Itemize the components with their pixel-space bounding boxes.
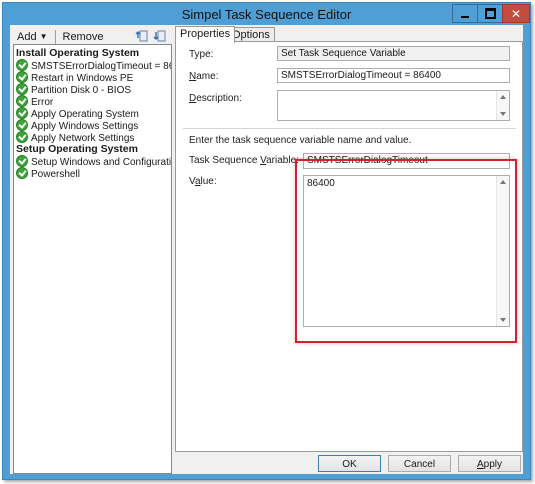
name-label: Name: [189, 71, 219, 82]
tab-properties[interactable]: Properties [175, 26, 236, 43]
tree-group[interactable]: Install Operating System [16, 47, 139, 59]
close-button[interactable]: ✕ [502, 4, 530, 23]
move-up-icon[interactable] [135, 29, 149, 43]
sequence-toolbar: Add ▼ Remove [12, 28, 171, 45]
tree-item[interactable]: Setup Windows and Configuration Mar [16, 155, 171, 168]
close-icon: ✕ [510, 6, 522, 21]
highlight-box [295, 159, 517, 343]
move-down-icon[interactable] [153, 29, 167, 43]
check-icon [16, 71, 28, 83]
check-icon [16, 59, 28, 71]
tree-item[interactable]: Apply Network Settings [16, 131, 134, 144]
tree-item[interactable]: Apply Operating System [16, 107, 139, 120]
tree-item-label: Powershell [31, 169, 80, 180]
task-sequence-tree[interactable]: Install Operating System SMSTSErrorDialo… [13, 44, 172, 474]
check-icon [16, 131, 28, 143]
name-field[interactable]: SMSTSErrorDialogTimeout = 86400 [277, 68, 510, 83]
check-icon [16, 107, 28, 119]
description-field[interactable] [277, 90, 510, 121]
check-icon [16, 83, 28, 95]
title-bar[interactable]: Simpel Task Sequence Editor ✕ [3, 3, 530, 25]
value-label: Value: [189, 176, 217, 187]
section-divider [183, 128, 516, 129]
type-label: Type: [189, 49, 214, 60]
tree-group[interactable]: Setup Operating System [16, 143, 138, 155]
tree-item[interactable]: Partition Disk 0 - BIOS [16, 83, 131, 96]
minimize-icon [461, 15, 469, 18]
scroll-up-icon[interactable] [500, 95, 506, 99]
tree-group-label: Install Operating System [16, 47, 140, 59]
type-value: Set Task Sequence Variable [277, 46, 510, 61]
add-button[interactable]: Add ▼ [12, 29, 53, 45]
instruction-text: Enter the task sequence variable name an… [189, 135, 412, 146]
description-scrollbar[interactable] [496, 91, 509, 120]
chevron-down-icon: ▼ [39, 31, 48, 41]
tree-item[interactable]: SMSTSErrorDialogTimeout = 86400 [16, 59, 171, 72]
cancel-button[interactable]: Cancel [388, 455, 451, 472]
tree-item[interactable]: Restart in Windows PE [16, 71, 133, 84]
remove-button[interactable]: Remove [58, 29, 109, 45]
toolbar-divider [54, 29, 56, 44]
add-label: Add [17, 30, 37, 43]
client-area: Add ▼ Remove Install Operating System SMS… [10, 25, 523, 474]
maximize-button[interactable] [477, 4, 503, 23]
window-title: Simpel Task Sequence Editor [181, 7, 352, 22]
check-icon [16, 155, 28, 167]
tree-group-label: Setup Operating System [16, 143, 138, 155]
tree-item[interactable]: Powershell [16, 167, 80, 180]
scroll-down-icon[interactable] [500, 112, 506, 116]
description-label: Description: [189, 93, 242, 104]
check-icon [16, 95, 28, 107]
ok-button[interactable]: OK [318, 455, 381, 472]
variable-label: Task Sequence Variable: [189, 155, 299, 166]
editor-window: Simpel Task Sequence Editor ✕ Add ▼ Remov… [2, 2, 531, 480]
properties-panel: Type: Set Task Sequence Variable Name: S… [175, 41, 523, 452]
apply-button[interactable]: Apply [458, 455, 521, 472]
tree-item[interactable]: Error [16, 95, 53, 108]
minimize-button[interactable] [452, 4, 478, 23]
check-icon [16, 167, 28, 179]
tree-item[interactable]: Apply Windows Settings [16, 119, 138, 132]
maximize-icon [484, 8, 496, 19]
check-icon [16, 119, 28, 131]
